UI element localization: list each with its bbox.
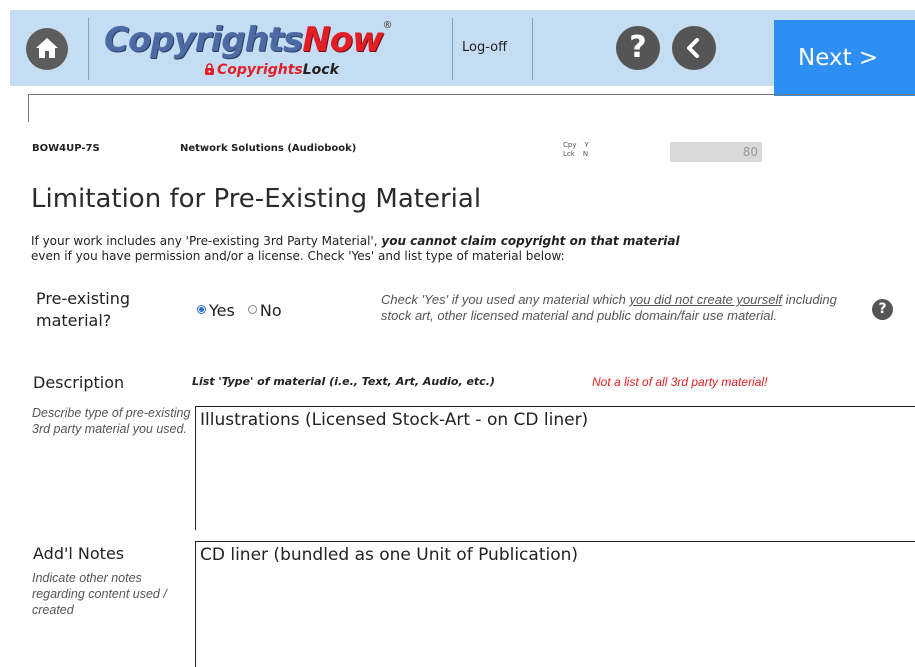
header-divider <box>88 18 89 80</box>
intro-part-a: If your work includes any 'Pre-existing … <box>31 234 382 248</box>
intro-emphasis: you cannot claim copyright on that mater… <box>381 234 680 248</box>
description-label: Description <box>33 373 125 392</box>
pre-existing-label: Pre-existing material? <box>36 289 131 330</box>
back-icon <box>687 38 699 58</box>
logo-main-now: Now <box>302 20 383 60</box>
next-button[interactable]: Next > <box>774 20 915 96</box>
hint-part-a: Check 'Yes' if you used any material whi… <box>381 292 630 307</box>
back-button[interactable] <box>672 26 716 70</box>
pre-existing-help-button[interactable]: ? <box>872 299 893 320</box>
radio-no[interactable]: No <box>247 301 282 320</box>
record-number-field: 80 <box>670 142 762 162</box>
home-icon <box>36 38 58 58</box>
home-button[interactable] <box>26 28 68 70</box>
logo-subbrand: CopyrightsLock <box>204 62 339 78</box>
record-id: BOW4UP-7S <box>32 143 100 154</box>
radio-yes-indicator[interactable] <box>197 305 206 314</box>
copy-lock-status: Cpy Y Lck N <box>563 141 589 159</box>
description-warning: Not a list of all 3rd party material! <box>592 375 768 389</box>
cpy-label: Cpy <box>563 141 577 149</box>
help-icon: ? <box>629 30 647 65</box>
radio-no-label[interactable]: No <box>260 301 282 320</box>
logo-registered-mark: ® <box>382 20 393 31</box>
logo-main-copyrights: Copyrights <box>104 20 303 60</box>
lck-value: N <box>582 150 589 158</box>
logo-wordmark: CopyrightsNow® <box>104 20 393 60</box>
page-title: Limitation for Pre-Existing Material <box>31 184 482 214</box>
lck-label: Lck <box>563 150 575 158</box>
intro-text: If your work includes any 'Pre-existing … <box>31 234 901 264</box>
hint-underlined: you did not create yourself <box>629 292 782 307</box>
notes-textarea[interactable]: CD liner (bundled as one Unit of Publica… <box>195 541 915 667</box>
lock-icon <box>205 63 214 75</box>
top-field-border <box>28 94 915 122</box>
app-header: CopyrightsNow® CopyrightsLock Log-off ? … <box>10 10 915 96</box>
logoff-link[interactable]: Log-off <box>462 40 507 55</box>
cpy-value: Y <box>584 141 589 149</box>
app-logo: CopyrightsNow® CopyrightsLock <box>98 18 448 82</box>
radio-yes-label[interactable]: Yes <box>209 301 235 320</box>
header-divider <box>532 18 533 80</box>
logo-sub-lock: Lock <box>302 62 339 78</box>
description-side-help: Describe type of pre-existing 3rd party … <box>32 406 191 436</box>
pre-existing-hint: Check 'Yes' if you used any material whi… <box>381 292 851 324</box>
radio-yes[interactable]: Yes <box>197 301 235 320</box>
pre-existing-radio-group: Yes No <box>197 301 282 320</box>
notes-side-help: Indicate other notes regarding content u… <box>32 571 167 617</box>
intro-part-b: even if you have permission and/or a lic… <box>31 249 565 263</box>
radio-no-indicator[interactable] <box>247 305 257 314</box>
description-textarea[interactable]: Illustrations (Licensed Stock-Art - on C… <box>195 406 915 530</box>
header-divider <box>452 18 453 80</box>
notes-label: Add'l Notes <box>33 544 125 563</box>
help-button[interactable]: ? <box>616 26 660 70</box>
description-instruction: List 'Type' of material (i.e., Text, Art… <box>192 375 495 388</box>
logo-sub-copyrights: Copyrights <box>217 62 303 78</box>
help-icon: ? <box>878 301 887 317</box>
record-title: Network Solutions (Audiobook) <box>180 143 357 154</box>
